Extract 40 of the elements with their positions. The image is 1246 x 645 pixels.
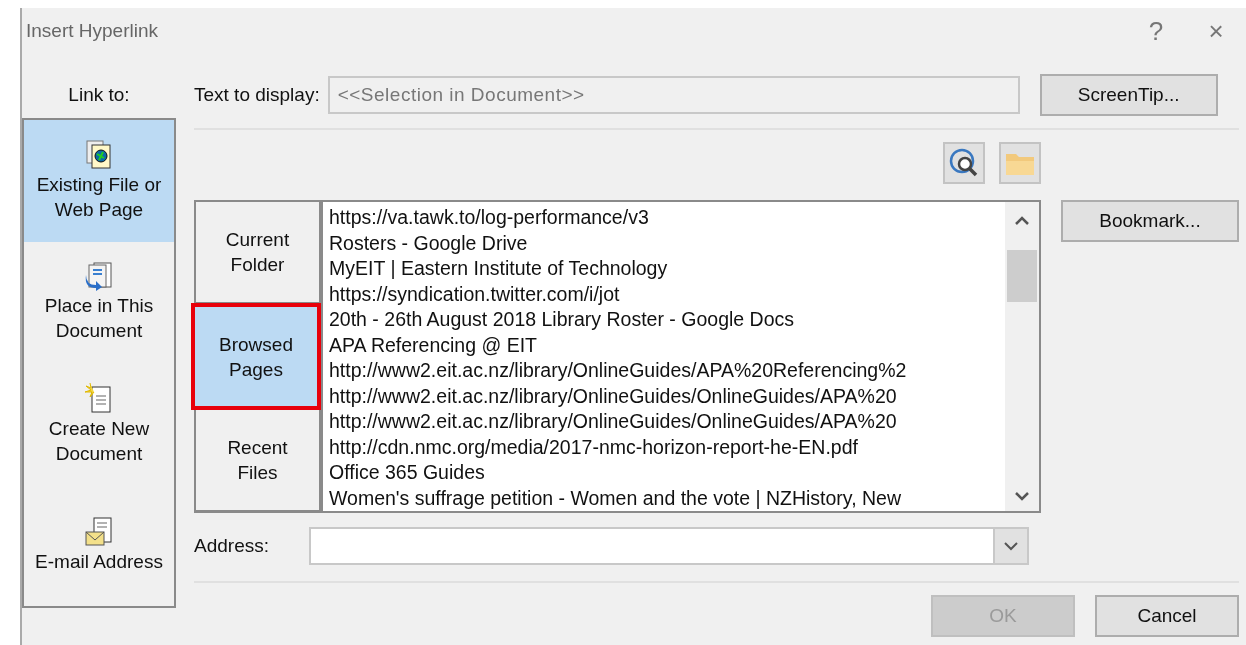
list-item[interactable]: Women's suffrage petition - Women and the vote | NZHistory, New	[329, 485, 1005, 511]
document-globe-icon	[86, 139, 112, 170]
close-button[interactable]: ×	[1186, 14, 1246, 48]
list-item[interactable]: APA Referencing @ EIT	[329, 332, 1005, 358]
cancel-button[interactable]: Cancel	[1095, 595, 1239, 637]
list-item[interactable]: https://va.tawk.to/log-performance/v3	[329, 205, 1005, 231]
link-to-label: Link to:	[68, 84, 130, 106]
look-in-tab[interactable]: Browsed Pages	[191, 302, 321, 411]
list-item[interactable]: 20th - 26th August 2018 Library Roster - Google Docs	[329, 307, 1005, 333]
scroll-down-icon	[1015, 491, 1029, 501]
new-document-icon	[84, 381, 114, 414]
list-item[interactable]: Office 365 Guides	[329, 460, 1005, 486]
list-item[interactable]: http://www2.eit.ac.nz/library/OnlineGuides/OnlineGuides/APA%20	[329, 383, 1005, 409]
list-item[interactable]: http://cdn.nmc.org/media/2017-nmc-horizon-report-he-EN.pdf	[329, 434, 1005, 460]
list-item[interactable]: MyEIT | Eastern Institute of Technology	[329, 256, 1005, 282]
link-type-item[interactable]: Create New Document	[24, 363, 174, 485]
address-field[interactable]	[309, 527, 1029, 565]
browse-web-button[interactable]	[943, 142, 985, 184]
list-item[interactable]: http://www2.eit.ac.nz/library/OnlineGuides/APA%20Referencing%2	[329, 358, 1005, 384]
link-type-item[interactable]: Existing File or Web Page	[24, 120, 174, 242]
screentip-button[interactable]: ScreenTip...	[1039, 74, 1218, 116]
address-label: Address:	[194, 535, 269, 557]
link-type-item[interactable]: E-mail Address	[24, 484, 174, 606]
text-to-display-label: Text to display:	[194, 84, 320, 106]
window-title: Insert Hyperlink	[26, 20, 159, 42]
scroll-up-icon	[1015, 216, 1029, 226]
dropdown-caret-icon	[1004, 541, 1018, 551]
bookmark-button[interactable]: Bookmark...	[1061, 200, 1239, 242]
text-to-display-field[interactable]: <<Selection in Document>>	[327, 76, 1020, 114]
list-item[interactable]: Rosters - Google Drive	[329, 230, 1005, 256]
envelope-document-icon	[84, 516, 114, 547]
link-type-item[interactable]: Place in This Document	[24, 241, 174, 363]
scrollbar[interactable]	[1005, 202, 1039, 511]
help-button[interactable]: ?	[1126, 14, 1186, 48]
document-arrow-icon	[84, 261, 114, 292]
scrollbar-thumb[interactable]	[1007, 250, 1037, 302]
list-item[interactable]: http://www2.eit.ac.nz/library/OnlineGuides/OnlineGuides/APA%20	[329, 409, 1005, 435]
browse-file-button[interactable]	[999, 142, 1041, 184]
list-item[interactable]: https://syndication.twitter.com/i/jot	[329, 281, 1005, 307]
globe-search-icon	[949, 148, 979, 178]
